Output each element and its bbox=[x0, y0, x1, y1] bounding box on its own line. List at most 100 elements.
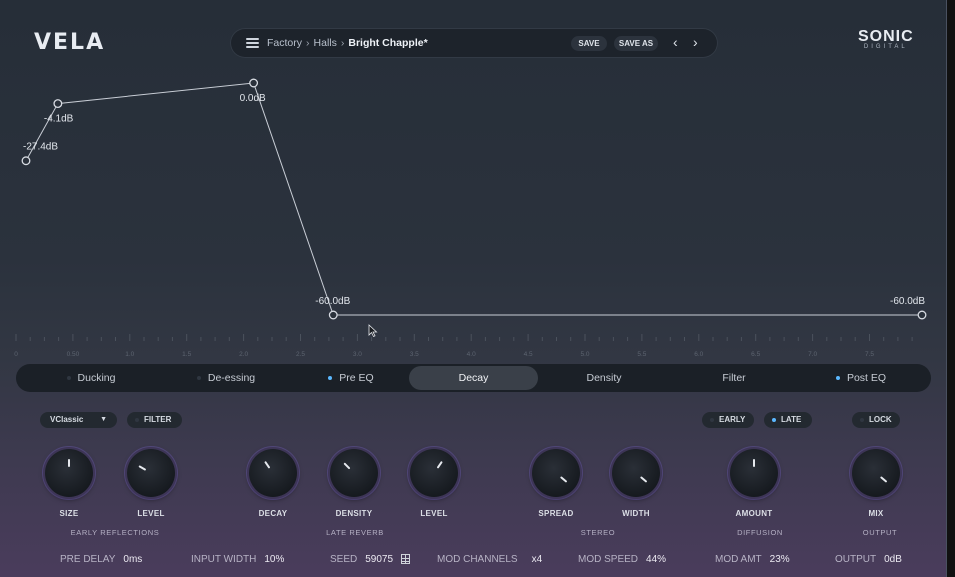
knob-label: MIX bbox=[868, 509, 884, 518]
knob-indicator bbox=[639, 476, 648, 483]
input-width-param[interactable]: INPUT WIDTH 10% bbox=[191, 554, 284, 565]
mod-channels-label: MOD CHANNELS bbox=[437, 554, 518, 565]
knob-indicator bbox=[753, 459, 755, 467]
tab-filter[interactable]: Filter bbox=[681, 364, 787, 392]
mod-channels-value[interactable]: x4 bbox=[532, 554, 543, 565]
mod-amt-value[interactable]: 23% bbox=[770, 554, 790, 565]
seed-value[interactable]: 59075 bbox=[365, 554, 393, 565]
pre-delay-param[interactable]: PRE DELAY 0ms bbox=[60, 554, 142, 565]
tab-filter-label: Filter bbox=[722, 372, 746, 384]
section-diffusion: DIFFUSION bbox=[705, 528, 815, 537]
module-tabs: Ducking De-essing Pre EQ Decay Density F… bbox=[16, 364, 931, 392]
knob-density[interactable] bbox=[330, 449, 378, 497]
knob-decay[interactable] bbox=[249, 449, 297, 497]
early-toggle[interactable]: EARLY bbox=[702, 412, 754, 428]
axis-tick-label: 7.0 bbox=[808, 351, 817, 358]
filter-toggle-dot bbox=[135, 417, 139, 422]
pre-delay-value[interactable]: 0ms bbox=[123, 554, 142, 565]
tab-pre-eq[interactable]: Pre EQ bbox=[296, 364, 406, 392]
decay-envelope-graph[interactable]: 0 0.50 1.0 1.5 2.0 2.5 3.0 3.5 4.0 4.5 5.0 5.5 6.0 6.… bbox=[0, 0, 946, 362]
pre-eq-enable-dot[interactable] bbox=[328, 376, 333, 381]
ducking-enable-dot[interactable] bbox=[66, 376, 71, 381]
output-param[interactable]: OUTPUT 0dB bbox=[835, 554, 902, 565]
axis-tick-label: 2.5 bbox=[296, 351, 305, 358]
axis-tick-label: 5.0 bbox=[580, 351, 589, 358]
filter-toggle[interactable]: FILTER bbox=[127, 412, 182, 428]
output-value[interactable]: 0dB bbox=[884, 554, 902, 565]
axis-tick-label: 3.0 bbox=[353, 351, 362, 358]
axis-tick-label: 7.5 bbox=[865, 351, 874, 358]
mod-speed-value[interactable]: 44% bbox=[646, 554, 666, 565]
mod-amt-label: MOD AMT bbox=[715, 554, 762, 565]
early-label: EARLY bbox=[719, 415, 746, 424]
knob-indicator bbox=[879, 476, 888, 483]
knob-label: WIDTH bbox=[622, 509, 650, 518]
envelope-point-label: -60.0dB bbox=[890, 296, 925, 307]
section-late-reverb: LATE REVERB bbox=[220, 528, 490, 537]
knob-label: SPREAD bbox=[538, 509, 574, 518]
input-width-value[interactable]: 10% bbox=[264, 554, 284, 565]
section-stereo: STEREO bbox=[503, 528, 693, 537]
knob-level[interactable] bbox=[410, 449, 458, 497]
axis-tick-label: 0 bbox=[14, 351, 18, 358]
tab-ducking[interactable]: Ducking bbox=[36, 364, 146, 392]
knob-amount[interactable] bbox=[730, 449, 778, 497]
dropdown-arrow-icon: ▼ bbox=[100, 416, 107, 423]
mouse-cursor-icon bbox=[368, 324, 378, 338]
seed-param[interactable]: SEED 59075 bbox=[330, 554, 411, 565]
mod-amt-param[interactable]: MOD AMT 23% bbox=[715, 554, 790, 565]
axis-tick-label: 2.0 bbox=[239, 351, 248, 358]
tab-de-essing-label: De-essing bbox=[207, 372, 256, 384]
late-toggle[interactable]: LATE bbox=[764, 412, 812, 428]
envelope-point-label: -4.1dB bbox=[44, 114, 74, 125]
axis-tick-label: 4.0 bbox=[467, 351, 476, 358]
knob-level[interactable] bbox=[127, 449, 175, 497]
knob-size[interactable] bbox=[45, 449, 93, 497]
section-label: LATE REVERB bbox=[326, 528, 384, 537]
envelope-point[interactable] bbox=[249, 78, 259, 88]
knob-indicator bbox=[436, 460, 443, 469]
lock-toggle[interactable]: LOCK bbox=[852, 412, 900, 428]
envelope-point[interactable] bbox=[917, 310, 927, 320]
post-eq-enable-dot[interactable] bbox=[835, 376, 840, 381]
tab-density[interactable]: Density bbox=[551, 364, 657, 392]
de-essing-enable-dot[interactable] bbox=[196, 376, 201, 381]
envelope-point[interactable] bbox=[328, 310, 338, 320]
knob-spread[interactable] bbox=[532, 449, 580, 497]
pre-delay-label: PRE DELAY bbox=[60, 554, 116, 565]
axis-tick-label: 3.5 bbox=[410, 351, 419, 358]
algorithm-select[interactable]: VClassic ▼ bbox=[40, 412, 117, 428]
knob-indicator bbox=[264, 460, 271, 469]
output-label: OUTPUT bbox=[835, 554, 877, 565]
knob-mix[interactable] bbox=[852, 449, 900, 497]
mod-speed-label: MOD SPEED bbox=[578, 554, 639, 565]
knob-indicator bbox=[343, 462, 351, 470]
knob-indicator bbox=[559, 476, 568, 483]
section-label: OUTPUT bbox=[862, 528, 898, 537]
late-toggle-dot bbox=[772, 417, 776, 422]
lock-toggle-dot bbox=[860, 417, 864, 422]
algorithm-value: VClassic bbox=[50, 415, 84, 424]
mod-channels-param[interactable]: MOD CHANNELS x4 bbox=[437, 554, 542, 565]
tab-decay-label: Decay bbox=[458, 372, 489, 384]
envelope-points[interactable]: -27.4dB -4.1dB 0.0dB -60.0dB -60.0dB bbox=[21, 78, 927, 320]
mod-speed-param[interactable]: MOD SPEED 44% bbox=[578, 554, 666, 565]
tab-post-eq[interactable]: Post EQ bbox=[806, 364, 916, 392]
randomize-seed-icon[interactable] bbox=[401, 554, 411, 565]
tab-de-essing[interactable]: De-essing bbox=[166, 364, 286, 392]
knob-indicator bbox=[68, 459, 70, 467]
tab-pre-eq-label: Pre EQ bbox=[339, 372, 374, 384]
knob-label: LEVEL bbox=[137, 509, 165, 518]
time-axis: 0 0.50 1.0 1.5 2.0 2.5 3.0 3.5 4.0 4.5 5.0 5.5 6.0 6.… bbox=[14, 334, 913, 358]
envelope-point[interactable] bbox=[21, 156, 31, 166]
input-width-label: INPUT WIDTH bbox=[191, 554, 257, 565]
knob-label: SIZE bbox=[59, 509, 79, 518]
tab-decay[interactable]: Decay bbox=[409, 366, 538, 390]
axis-tick-label: 1.5 bbox=[182, 351, 191, 358]
knob-width[interactable] bbox=[612, 449, 660, 497]
tab-post-eq-label: Post EQ bbox=[846, 372, 887, 384]
envelope-line bbox=[25, 82, 922, 316]
axis-tick-label: 4.5 bbox=[524, 351, 533, 358]
filter-label: FILTER bbox=[144, 415, 172, 424]
envelope-point[interactable] bbox=[53, 99, 63, 109]
